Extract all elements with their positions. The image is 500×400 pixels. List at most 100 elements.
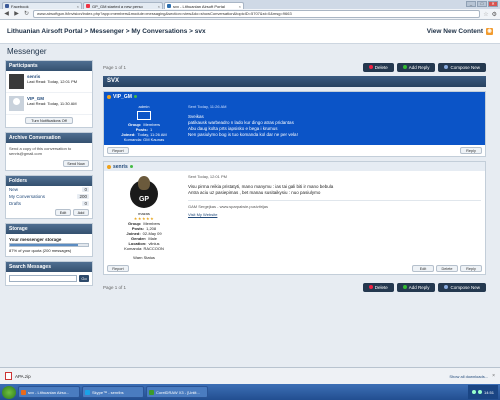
archive-text: Send a copy of this conversation to senr… — [9, 146, 72, 156]
folder-name: Drafts — [9, 201, 22, 206]
message-line: Antra aciu uz pasiepimas , bet manau sus… — [188, 190, 321, 195]
reply-icon — [402, 285, 407, 289]
clock[interactable]: 14:51 — [484, 390, 494, 395]
delete-button[interactable]: Delete — [362, 282, 394, 292]
compose-icon — [444, 65, 449, 69]
search-input[interactable] — [9, 275, 77, 282]
compose-new-button[interactable]: Compose New — [438, 62, 486, 72]
storage-bar — [9, 243, 89, 247]
tab-svx[interactable]: svx - Lithuanian Airsoft Portal × — [164, 2, 244, 9]
edit-folders-button[interactable]: Edit — [55, 209, 71, 216]
storage-label: Your messenger storage — [9, 237, 62, 242]
file-icon — [5, 372, 12, 380]
participants-title: Participants — [6, 61, 92, 71]
author-info: GP mazas ★★★★★ Group: Members Posts: 1,208… — [104, 171, 184, 263]
folder-name: My Conversations — [9, 194, 46, 199]
breadcrumb[interactable]: Lithuanian Airsoft Portal > Messenger > … — [7, 28, 427, 35]
message-line: Nen pasiulymo bog is tuo komanda kol dar… — [188, 132, 298, 137]
avatar[interactable] — [9, 96, 24, 111]
participant-item: VIP_GM Last Read: Today, 11:30 AM — [6, 93, 92, 115]
sidebar: Participants senris Last Read: Today, 12… — [5, 60, 93, 290]
add-reply-label: Add Reply — [408, 64, 430, 70]
url-field[interactable]: www.airsoftgun.lt/invision/index.php?app… — [33, 10, 481, 18]
download-item[interactable]: APA.zip — [5, 372, 449, 380]
back-arrow-icon[interactable]: ◀ — [3, 11, 10, 18]
view-new-content-label: View New Content — [426, 28, 483, 35]
taskbar-item-coreldraw[interactable]: CorelDRAW X3 - [Untit... — [146, 386, 208, 398]
tab-label: svx - Lithuanian Airsoft Portal — [173, 3, 225, 9]
gp-team-logo-icon[interactable]: GP — [129, 176, 159, 210]
close-tab-icon[interactable]: × — [77, 4, 79, 9]
download-filename: APA.zip — [15, 373, 31, 379]
main-content: Page 1 of 1 Delete Add Reply Compose New… — [103, 60, 486, 294]
folder-drafts[interactable]: Drafts 0 — [6, 200, 92, 207]
report-button[interactable]: Report — [107, 147, 129, 154]
tab-label: Facebook — [11, 3, 29, 9]
user-icon — [107, 94, 111, 99]
website: Lithuanian Airsoft Portal > Messenger > … — [0, 20, 500, 367]
window-controls: _ □ ✕ — [466, 1, 498, 7]
edit-button[interactable]: Edit — [412, 265, 434, 272]
participants-box: Participants senris Last Read: Today, 12… — [5, 60, 93, 128]
folder-name: New — [9, 187, 19, 192]
skype-icon — [85, 389, 90, 395]
taskbar: svx - Lithuanian Airso... Skype™ - senri… — [0, 384, 500, 400]
start-button[interactable] — [2, 385, 16, 399]
close-tab-icon[interactable]: × — [158, 4, 160, 9]
last-read: Last Read: Today, 11:30 AM — [27, 101, 77, 106]
delete-label: Delete — [374, 284, 388, 290]
view-new-content-link[interactable]: View New Content ◉ — [427, 28, 493, 35]
add-folder-button[interactable]: Add — [73, 209, 89, 216]
reply-button[interactable]: Reply — [460, 147, 482, 154]
page-indicator: Page 1 of 1 — [103, 64, 127, 70]
folder-my-conversations[interactable]: My Conversations 200 — [6, 193, 92, 200]
delete-post-button[interactable]: Delete — [436, 265, 458, 272]
message-body: Sent Today, 11:26 AM Sveikas patikausk w… — [184, 101, 485, 145]
go-button[interactable]: Go — [79, 275, 89, 282]
close-download-bar-icon[interactable]: × — [492, 373, 495, 379]
tray-icon[interactable] — [471, 390, 476, 394]
add-reply-button[interactable]: Add Reply — [396, 62, 436, 72]
reload-icon[interactable]: ↻ — [23, 11, 30, 18]
add-reply-button[interactable]: Add Reply — [396, 282, 436, 292]
author-rank: admin — [138, 104, 150, 109]
forward-arrow-icon[interactable]: ▶ — [13, 11, 20, 18]
bookmark-star-icon[interactable]: ☆ — [483, 11, 488, 18]
reply-icon — [402, 65, 407, 69]
chrome-icon — [21, 389, 26, 395]
close-tab-icon[interactable]: × — [239, 4, 241, 9]
author-info: admin Group: Members Posts: 1 Joined: Today… — [104, 101, 184, 145]
reply-button[interactable]: Reply — [460, 265, 482, 272]
report-button[interactable]: Report — [107, 265, 129, 272]
compose-new-button[interactable]: Compose New — [438, 282, 486, 292]
tab-gmail[interactable]: GP_GM started a new perso × — [83, 2, 163, 9]
visit-website-link[interactable]: Visit My Website — [188, 212, 481, 218]
archive-title: Archive Conversation — [6, 133, 92, 143]
rss-icon: ◉ — [486, 28, 493, 35]
delete-button[interactable]: Delete — [362, 62, 394, 72]
wrench-icon[interactable]: ⚙ — [492, 11, 497, 18]
site-icon — [167, 4, 171, 8]
minimize-button[interactable]: _ — [466, 1, 476, 7]
post-author[interactable]: VIP_GM — [113, 94, 132, 100]
search-title: Search Messages — [6, 262, 92, 272]
post-date: Sent Today, 12:01 PM — [188, 174, 227, 179]
avatar[interactable] — [9, 74, 24, 89]
maximize-button[interactable]: □ — [477, 1, 487, 7]
facebook-icon — [5, 4, 9, 8]
close-window-button[interactable]: ✕ — [488, 1, 498, 7]
folder-new[interactable]: New 0 — [6, 186, 92, 193]
taskbar-item-skype[interactable]: Skype™ - senribs — [82, 386, 144, 398]
user-icon — [107, 164, 111, 169]
archive-box: Archive Conversation Send a copy of this… — [5, 132, 93, 171]
turn-notifications-off-button[interactable]: Turn Notifications Off — [25, 117, 73, 124]
message-body: Sent Today, 12:01 PM Visu pirma reikia p… — [184, 171, 485, 263]
send-now-button[interactable]: Send Now — [63, 160, 89, 167]
post-author[interactable]: senris — [113, 164, 128, 170]
show-all-downloads-link[interactable]: Show all downloads... — [449, 374, 488, 379]
taskbar-item-chrome[interactable]: svx - Lithuanian Airso... — [18, 386, 80, 398]
participant-item: senris Last Read: Today, 12:01 PM — [6, 71, 92, 93]
last-read: Last Read: Today, 12:01 PM — [27, 79, 78, 84]
tab-facebook[interactable]: Facebook × — [2, 2, 82, 9]
tray-icon[interactable] — [477, 390, 482, 394]
